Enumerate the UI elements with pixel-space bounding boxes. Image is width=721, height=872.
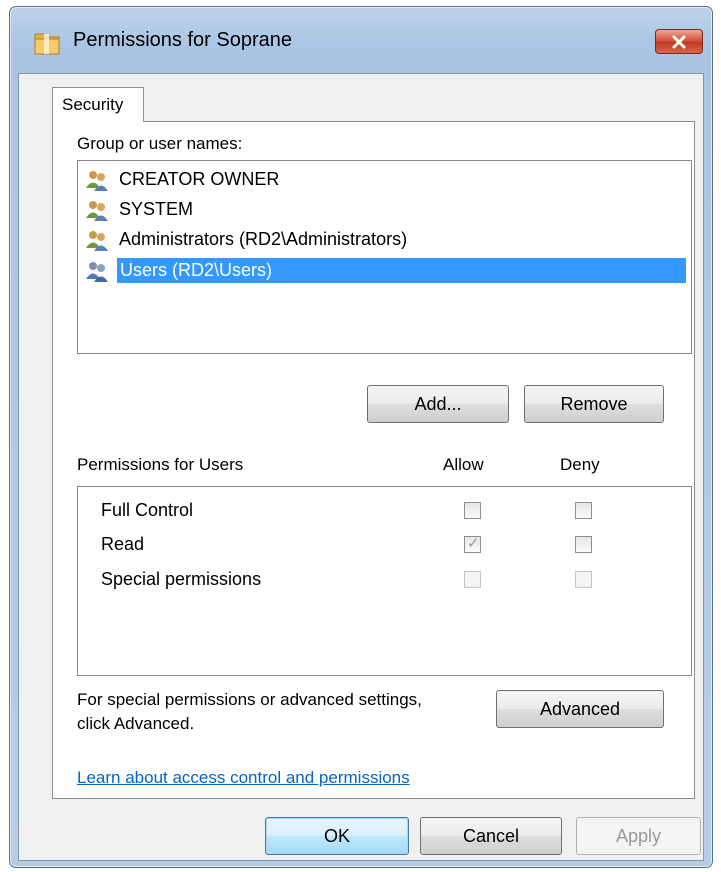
security-tab-panel: Group or user names: CREATOR OWNER SYSTE… <box>52 121 695 799</box>
permission-row: Special permissions <box>78 565 691 595</box>
allow-checkbox <box>464 571 481 588</box>
permissions-window: Permissions for Soprane Security Group o… <box>9 6 713 868</box>
permission-row: Read ✓ <box>78 530 691 560</box>
list-item[interactable]: SYSTEM <box>84 195 686 224</box>
checkmark-icon: ✓ <box>467 535 480 552</box>
permissions-label: Permissions for Users <box>77 455 244 474</box>
permission-name: Special permissions <box>101 569 262 589</box>
apply-button: Apply <box>576 817 701 855</box>
permission-name: Full Control <box>101 500 194 520</box>
add-button[interactable]: Add... <box>367 385 509 423</box>
tab-security[interactable]: Security <box>52 87 144 122</box>
list-item-label: Users (RD2\Users) <box>117 258 686 283</box>
close-icon <box>672 35 686 48</box>
list-item[interactable]: CREATOR OWNER <box>84 165 686 194</box>
permission-row: Full Control <box>78 496 691 526</box>
list-item-label: Administrators (RD2\Administrators) <box>119 229 408 249</box>
allow-checkbox[interactable] <box>464 502 481 519</box>
advanced-button[interactable]: Advanced <box>496 690 664 728</box>
group-user-listbox[interactable]: CREATOR OWNER SYSTEM Administrators (RD2… <box>77 160 692 354</box>
users-icon <box>86 200 108 221</box>
list-item-label: CREATOR OWNER <box>119 169 280 189</box>
list-item-label: SYSTEM <box>119 199 194 219</box>
ok-button[interactable]: OK <box>265 817 409 855</box>
users-icon <box>86 230 108 251</box>
advanced-hint-line2: click Advanced. <box>77 714 195 733</box>
permissions-listbox: Full Control Read ✓ Special permissions <box>77 486 692 676</box>
deny-checkbox[interactable] <box>575 536 592 553</box>
window-title: Permissions for Soprane <box>73 29 292 51</box>
close-button[interactable] <box>655 29 703 54</box>
deny-header: Deny <box>560 455 600 474</box>
dialog-client-area: Security Group or user names: CREATOR OW… <box>18 73 704 861</box>
advanced-hint-line1: For special permissions or advanced sett… <box>77 690 422 709</box>
list-item[interactable]: Administrators (RD2\Administrators) <box>84 225 686 254</box>
allow-header: Allow <box>443 455 484 474</box>
list-item-selected[interactable]: Users (RD2\Users) <box>84 256 686 285</box>
folder-icon <box>34 33 60 55</box>
group-list-label: Group or user names: <box>77 134 243 153</box>
deny-checkbox[interactable] <box>575 502 592 519</box>
cancel-button[interactable]: Cancel <box>420 817 562 855</box>
users-icon <box>86 170 108 191</box>
allow-checkbox[interactable]: ✓ <box>464 535 481 553</box>
learn-more-link[interactable]: Learn about access control and permissio… <box>77 768 410 788</box>
remove-button[interactable]: Remove <box>524 385 664 423</box>
users-icon <box>86 261 108 282</box>
title-bar[interactable]: Permissions for Soprane <box>10 7 712 73</box>
permission-name: Read <box>101 534 145 554</box>
deny-checkbox <box>575 571 592 588</box>
